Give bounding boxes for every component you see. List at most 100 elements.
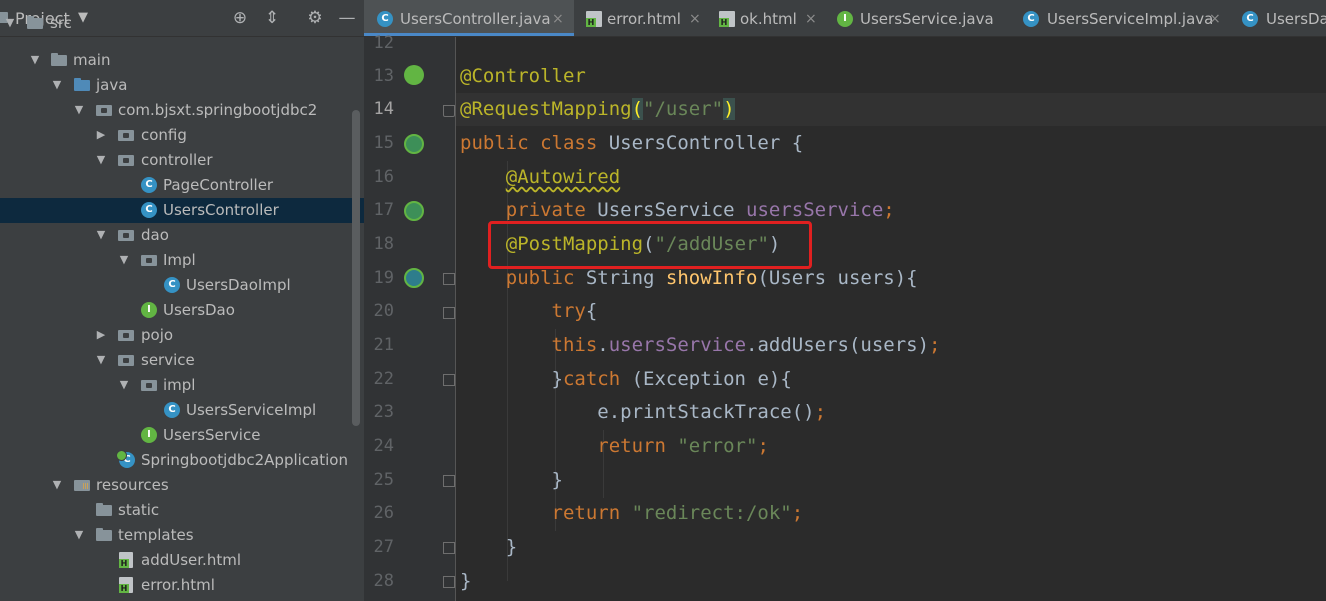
tree-item-usersserviceimpl[interactable]: C UsersServiceImpl (0, 398, 364, 423)
tree-item-service[interactable]: ▼ service (0, 348, 364, 373)
tree-item-usersservice[interactable]: I UsersService (0, 423, 364, 448)
class-icon: C (164, 277, 180, 293)
tab-label: UsersService.java (860, 10, 994, 28)
code-line-25[interactable]: } (460, 464, 563, 497)
tree-item-label: Springbootjdbc2Application (141, 451, 348, 469)
tab-ok-html[interactable]: ok.html × (709, 0, 829, 36)
tree-item-static[interactable]: static (0, 498, 364, 523)
code-line-14[interactable]: @RequestMapping("/user") (460, 93, 735, 126)
punctuation-token: . (597, 334, 609, 356)
tree-item-label: com.bjsxt.springbootjdbc2 (118, 101, 318, 119)
fold-marker-icon[interactable] (443, 105, 455, 117)
chevron-down-icon[interactable]: ▼ (95, 153, 107, 167)
keyword-token: public (505, 267, 586, 289)
request-mapping-globe-icon[interactable] (404, 268, 424, 288)
code-line-24[interactable]: return "error"; (460, 430, 769, 463)
close-icon[interactable]: × (689, 9, 701, 29)
tree-item-application[interactable]: C Springbootjdbc2Application (0, 448, 364, 473)
identifier-token: (Users users){ (757, 267, 918, 289)
spring-bean-icon[interactable] (404, 134, 424, 154)
chevron-right-icon[interactable]: ▶ (95, 328, 107, 342)
close-icon[interactable]: × (1209, 9, 1221, 29)
tree-item-label: templates (118, 526, 194, 544)
tree-item-adduser-html[interactable]: addUser.html (0, 548, 364, 573)
paren-token: ( (631, 98, 644, 120)
field-token: usersService (608, 334, 747, 356)
punctuation-token: { (585, 300, 598, 322)
close-icon[interactable]: × (552, 9, 564, 29)
chevron-right-icon[interactable]: ▶ (95, 128, 107, 142)
autowired-navigate-icon[interactable] (404, 201, 424, 221)
tab-userscontroller-java[interactable]: C UsersController.java × (364, 0, 574, 36)
tree-item-usersdaoimpl[interactable]: C UsersDaoImpl (0, 273, 364, 298)
line-number: 18 (373, 234, 394, 254)
tree-item-label: PageController (163, 176, 274, 194)
tab-usersdao-java[interactable]: C UsersDa (1224, 0, 1326, 36)
tree-item-resources[interactable]: ▼ resources (0, 473, 364, 498)
chevron-down-icon[interactable]: ▼ (4, 16, 16, 30)
tree-item-src[interactable]: ▼ src (0, 11, 364, 36)
chevron-down-icon[interactable]: ▼ (73, 103, 85, 117)
chevron-down-icon[interactable]: ▼ (118, 253, 130, 267)
code-line-22[interactable]: }catch (Exception e){ (460, 363, 792, 396)
chevron-down-icon[interactable]: ▼ (29, 53, 41, 67)
fold-marker-icon[interactable] (443, 475, 455, 487)
tab-usersservice-java[interactable]: I UsersService.java (829, 0, 1009, 36)
tree-item-config[interactable]: ▶ config (0, 123, 364, 148)
tree-item-java[interactable]: ▼ java (0, 73, 364, 98)
tree-item-label: UsersService (163, 426, 261, 444)
tree-item-dao[interactable]: ▼ dao (0, 223, 364, 248)
class-icon: C (1023, 11, 1039, 27)
chevron-down-icon[interactable]: ▼ (95, 228, 107, 242)
tree-item-package-root[interactable]: ▼ com.bjsxt.springbootjdbc2 (0, 98, 364, 123)
punctuation-token: } (551, 469, 563, 491)
tree-item-service-impl[interactable]: ▼ impl (0, 373, 364, 398)
code-line-13[interactable]: @Controller (460, 60, 586, 93)
chevron-down-icon[interactable]: ▼ (51, 478, 63, 492)
spring-bean-icon[interactable] (404, 65, 424, 85)
package-icon (118, 153, 134, 167)
fold-marker-icon[interactable] (443, 374, 455, 386)
tree-item-templates[interactable]: ▼ templates (0, 523, 364, 548)
tree-item-userscontroller[interactable]: C UsersController (0, 198, 364, 223)
chevron-down-icon[interactable]: ▼ (95, 353, 107, 367)
tree-item-pojo[interactable]: ▶ pojo (0, 323, 364, 348)
code-line-16[interactable]: @Autowired (460, 161, 620, 194)
code-line-27[interactable]: } (460, 531, 517, 564)
project-tree-scrollbar[interactable] (352, 110, 360, 426)
tree-item-main[interactable]: ▼ main (0, 48, 364, 73)
chevron-down-icon[interactable]: ▼ (118, 378, 130, 392)
fold-marker-icon[interactable] (443, 307, 455, 319)
tree-item-controller[interactable]: ▼ controller (0, 148, 364, 173)
line-number: 25 (373, 470, 394, 490)
tree-item-usersdao[interactable]: I UsersDao (0, 298, 364, 323)
punctuation-token: } (551, 368, 563, 390)
line-number: 20 (373, 301, 394, 321)
keyword-token: return (597, 435, 678, 457)
code-editor[interactable]: @Controller @RequestMapping("/user") pub… (456, 37, 1326, 601)
code-line-28[interactable]: } (460, 565, 471, 598)
class-icon: C (1242, 11, 1258, 27)
tab-usersserviceimpl-java[interactable]: C UsersServiceImpl.java × (1009, 0, 1224, 36)
line-number: 22 (373, 369, 394, 389)
tree-item-dao-impl[interactable]: ▼ Impl (0, 248, 364, 273)
code-line-20[interactable]: try{ (460, 295, 598, 328)
tree-item-error-html[interactable]: error.html (0, 573, 364, 598)
code-line-26[interactable]: return "redirect:/ok"; (460, 497, 804, 530)
close-icon[interactable]: × (805, 9, 817, 29)
chevron-down-icon[interactable]: ▼ (73, 528, 85, 542)
punctuation-token: } (460, 570, 472, 592)
code-line-15[interactable]: public class UsersController { (460, 127, 803, 160)
code-line-21[interactable]: this.usersService.addUsers(users); (460, 329, 941, 362)
tree-item-pagecontroller[interactable]: C PageController (0, 173, 364, 198)
string-token: "error" (677, 435, 758, 457)
fold-marker-icon[interactable] (443, 542, 455, 554)
chevron-down-icon[interactable]: ▼ (51, 78, 63, 92)
package-icon (118, 228, 134, 242)
interface-icon: I (837, 11, 853, 27)
code-line-23[interactable]: e.printStackTrace(); (460, 396, 826, 429)
fold-marker-icon[interactable] (443, 576, 455, 588)
fold-marker-icon[interactable] (443, 273, 455, 285)
field-token: usersService (746, 199, 884, 221)
tree-item-label: main (73, 51, 111, 69)
